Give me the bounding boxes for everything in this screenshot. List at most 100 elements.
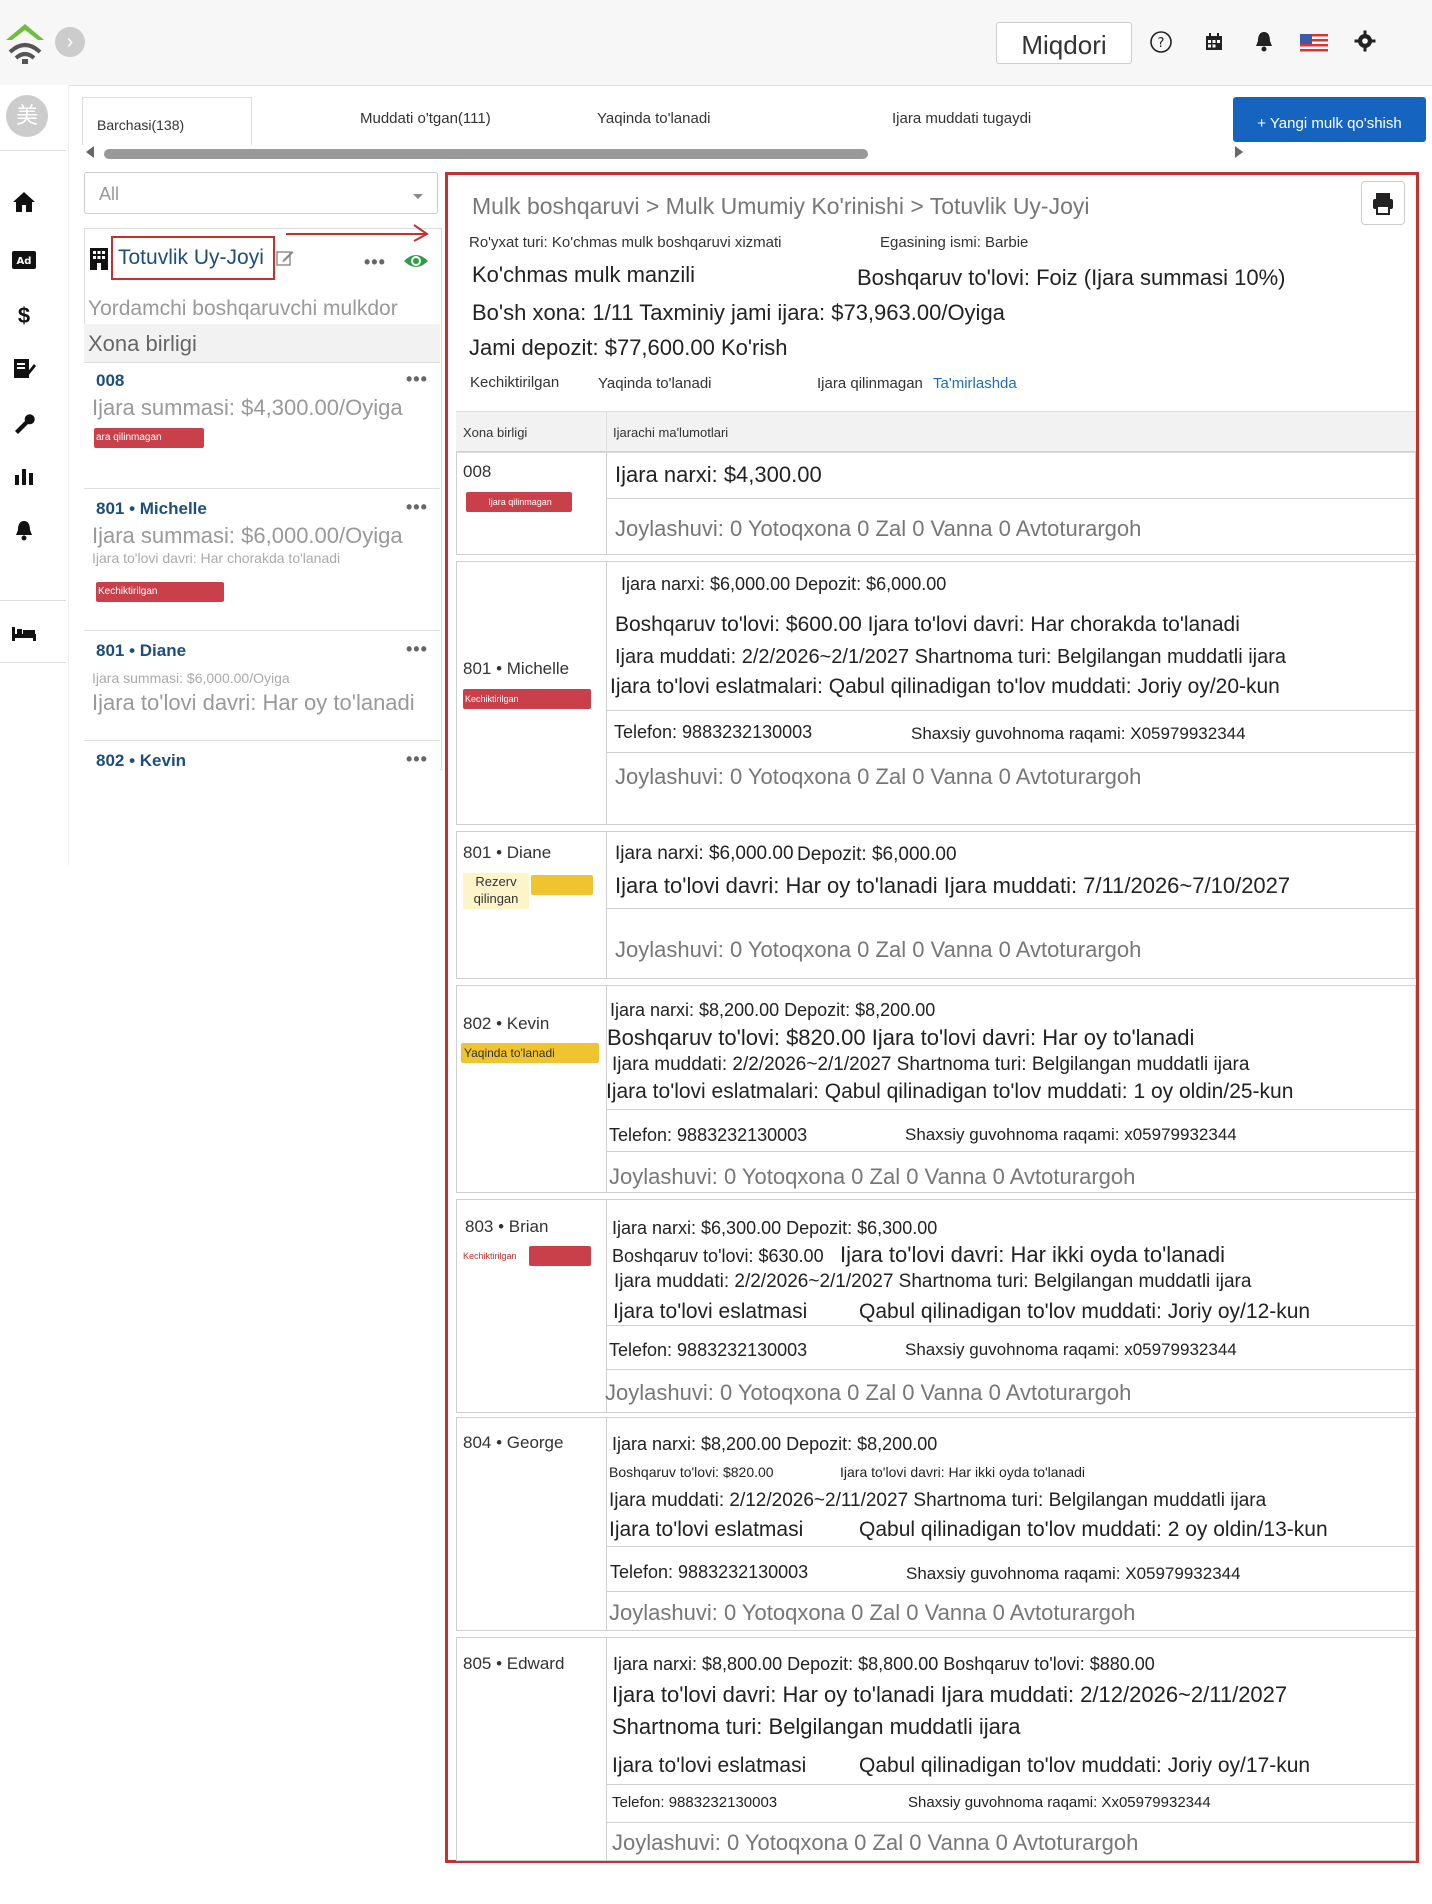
unit-section-label: Xona birligi [88, 331, 197, 356]
scroll-right-arrow-icon[interactable] [1233, 145, 1245, 164]
owner-name: Egasining ismi: Barbie [880, 234, 1029, 251]
row-phone: Telefon: 9883232130003 [610, 1562, 809, 1582]
row-id-number: Shaxsiy guvohnoma raqami: X05979932344 [906, 1564, 1241, 1583]
unit-payment-cycle: Ijara to'lovi davri: Har chorakda to'lan… [92, 550, 341, 566]
row-unit: 801 • Michelle [463, 659, 570, 678]
row-unit: 802 • Kevin [463, 1014, 550, 1033]
col-tenant-header: Ijarachi ma'lumotlari [613, 425, 729, 440]
row-rent: Ijara narxi: $6,000.00 Depozit: $6,000.0… [621, 574, 947, 594]
status-badge: Ijara qilinmagan [466, 492, 572, 512]
print-button[interactable] [1361, 181, 1405, 225]
breadcrumb[interactable]: Mulk boshqaruvi > Mulk Umumiy Ko'rinishi… [472, 193, 1090, 220]
filter-repair[interactable]: Ta'mirlashda [933, 375, 1017, 392]
filter-late[interactable]: Kechiktirilgan [470, 374, 559, 391]
ad-icon[interactable]: Ad [8, 246, 40, 278]
more-options-icon[interactable]: ••• [406, 639, 428, 660]
unit-title: 008 [96, 371, 125, 390]
more-options-icon[interactable]: ••• [406, 497, 428, 518]
row-reminder-label: Ijara to'lovi eslatmasi [609, 1518, 804, 1541]
owner-role-label: Yordamchi boshqaruvchi mulkdor [88, 297, 398, 320]
filter-unrented[interactable]: Ijara qilinmagan [817, 375, 923, 392]
vacancy-summary: Bo'sh xona: 1/11 Taxminiy jami ijara: $7… [472, 300, 1005, 325]
row-reminder: Qabul qilinadigan to'lov muddati: Joriy … [859, 1754, 1311, 1777]
us-flag-icon[interactable] [1299, 30, 1329, 60]
row-unit: 008 [463, 462, 492, 481]
search-input[interactable]: Miqdori [996, 22, 1132, 64]
bed-icon[interactable] [8, 620, 40, 652]
row-reminder-label: Ijara to'lovi eslatmasi [613, 1300, 808, 1323]
row-layout: Joylashuvi: 0 Yotoqxona 0 Zal 0 Vanna 0 … [605, 1380, 1132, 1405]
unit-card[interactable] [84, 362, 440, 489]
logo-icon[interactable] [2, 18, 48, 64]
scroll-left-arrow-icon[interactable] [84, 145, 96, 164]
badge-label: Rezerv qilingan [463, 873, 529, 909]
row-management: Boshqaruv to'lovi: $630.00 [612, 1246, 824, 1266]
unit-title: 801 • Diane [96, 641, 187, 660]
row-management: Boshqaruv to'lovi: $600.00 Ijara to'lovi… [615, 613, 1240, 636]
status-badge: ara qilinmagan [94, 428, 204, 448]
tab-lease-expiring[interactable]: Ijara muddati tugaydi [892, 110, 1031, 127]
row-rent: Ijara narxi: $6,000.00 [615, 843, 794, 864]
management-fee: Boshqaruv to'lovi: Foiz (Ijara summasi 1… [857, 265, 1286, 290]
bell-icon[interactable] [1249, 30, 1279, 60]
badge-fill [531, 875, 593, 895]
property-filter-select[interactable]: All [84, 172, 438, 214]
contract-icon[interactable] [8, 356, 40, 388]
row-phone: Telefon: 9883232130003 [609, 1125, 808, 1145]
table-header-divider [606, 411, 607, 451]
sidebar-divider [0, 150, 66, 151]
row-reminder-label: Ijara to'lovi eslatmasi [612, 1754, 807, 1777]
add-property-button[interactable]: + Yangi mulk qo'shish [1233, 97, 1426, 142]
badge-label: Kechiktirilgan [463, 1251, 517, 1261]
row-reminder: Ijara to'lovi eslatmalari: Qabul qilinad… [610, 675, 1280, 698]
unit-title: 801 • Michelle [96, 499, 207, 518]
row-term: Ijara muddati: 2/2/2026~2/1/2027 Shartno… [614, 1271, 1252, 1292]
row-id-number: Shaxsiy guvohnoma raqami: x05979932344 [905, 1125, 1237, 1144]
calendar-icon[interactable] [1199, 30, 1229, 60]
tab-upcoming[interactable]: Yaqinda to'lanadi [597, 110, 711, 127]
more-options-icon[interactable]: ••• [364, 252, 386, 273]
row-id-number: Shaxsiy guvohnoma raqami: X05979932344 [911, 724, 1246, 743]
building-icon [89, 247, 109, 276]
tab-all[interactable]: Barchasi(138) [82, 97, 252, 145]
tab-overdue[interactable]: Muddati o'tgan(111) [360, 110, 491, 127]
row-rent: Ijara narxi: $8,800.00 Depozit: $8,800.0… [613, 1654, 1155, 1674]
bell-icon[interactable] [8, 518, 40, 550]
more-options-icon[interactable]: ••• [406, 749, 428, 770]
row-cycle-term: Ijara to'lovi davri: Har oy to'lanadi Ij… [612, 1682, 1288, 1707]
filter-upcoming[interactable]: Yaqinda to'lanadi [598, 375, 712, 392]
horizontal-scrollbar[interactable] [104, 149, 868, 159]
edit-icon[interactable] [276, 249, 294, 272]
address-label: Ko'chmas mulk manzili [472, 262, 696, 287]
collapse-arrow-icon[interactable]: › [55, 27, 85, 57]
row-layout: Joylashuvi: 0 Yotoqxona 0 Zal 0 Vanna 0 … [615, 516, 1142, 541]
row-id-number: Shaxsiy guvohnoma raqami: Xx05979932344 [908, 1794, 1211, 1811]
avatar[interactable]: 美 [6, 95, 48, 137]
gear-icon[interactable] [1350, 30, 1380, 60]
unit-rent: Ijara summasi: $6,000.00/Oyiga [92, 670, 290, 686]
chevron-down-icon [412, 188, 424, 206]
row-management: Boshqaruv to'lovi: $820.00 [609, 1464, 774, 1480]
eye-icon[interactable] [403, 252, 429, 275]
chart-icon[interactable] [8, 464, 40, 496]
help-icon[interactable]: ? [1146, 30, 1176, 60]
dollar-icon[interactable]: $ [8, 300, 40, 332]
row-unit: 801 • Diane [463, 843, 552, 862]
unit-payment-cycle: Ijara to'lovi davri: Har oy to'lanadi [92, 690, 415, 715]
row-id-number: Shaxsiy guvohnoma raqami: x05979932344 [905, 1340, 1237, 1359]
col-unit-header: Xona birligi [463, 425, 528, 440]
unit-title: 802 • Kevin [96, 751, 187, 770]
row-reminder: Ijara to'lovi eslatmalari: Qabul qilinad… [606, 1080, 1294, 1103]
row-reminder: Qabul qilinadigan to'lov muddati: Joriy … [859, 1300, 1311, 1323]
row-layout: Joylashuvi: 0 Yotoqxona 0 Zal 0 Vanna 0 … [609, 1164, 1136, 1189]
sidebar-divider [0, 600, 66, 601]
row-phone: Telefon: 9883232130003 [614, 722, 813, 742]
row-cycle: Ijara to'lovi davri: Har ikki oyda to'la… [840, 1242, 1226, 1267]
wrench-icon[interactable] [8, 410, 40, 442]
more-options-icon[interactable]: ••• [406, 369, 428, 390]
annotation-arrow-icon [286, 222, 430, 247]
deposit-total: Jami depozit: $77,600.00 Ko'rish [469, 335, 788, 360]
home-icon[interactable] [8, 190, 40, 222]
property-title[interactable]: Totuvlik Uy-Joyi [111, 236, 275, 280]
unit-rent: Ijara summasi: $6,000.00/Oyiga [92, 523, 403, 548]
